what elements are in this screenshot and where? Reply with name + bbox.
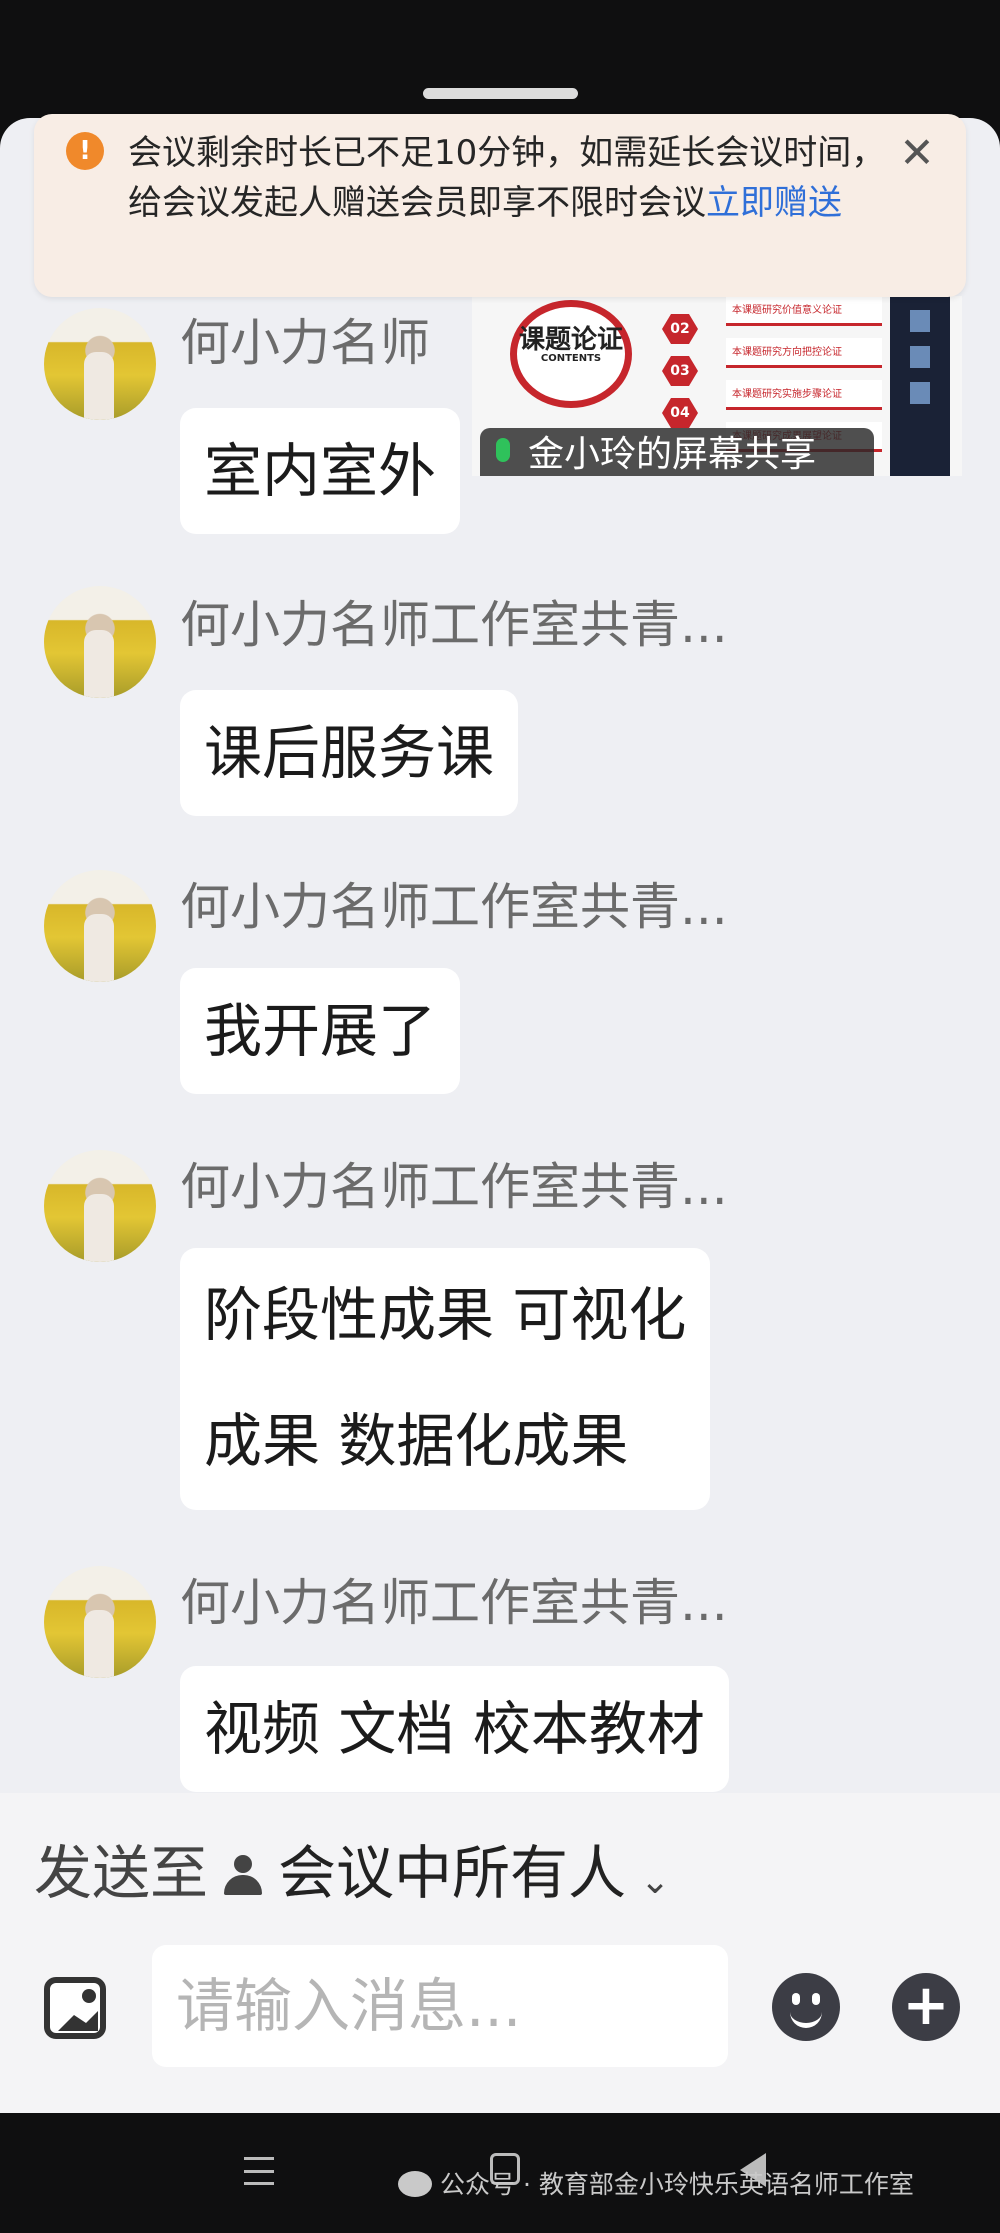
avatar[interactable] (44, 870, 156, 982)
participant-video-strip (890, 296, 950, 476)
menu-icon[interactable] (244, 2157, 274, 2185)
avatar[interactable] (44, 1566, 156, 1678)
avatar[interactable] (44, 1150, 156, 1262)
image-icon[interactable] (44, 1977, 106, 2039)
emoji-icon[interactable] (772, 1973, 840, 2041)
slide-number: 04 (662, 398, 698, 428)
send-to-label: 发送至 (34, 1839, 209, 1907)
send-to-selector[interactable]: 发送至 会议中所有人 ⌄ (34, 1833, 670, 1922)
watermark: 公众号 · 教育部金小玲快乐英语名师工作室 (398, 2165, 914, 2201)
wechat-icon (398, 2171, 432, 2197)
sender-name: 何小力名师工作室共青... (180, 878, 728, 936)
slide-item: 本课题研究价值意义论证 (726, 296, 882, 326)
sender-name: 何小力名师工作室共青... (180, 1158, 728, 1216)
avatar[interactable] (44, 586, 156, 698)
plus-icon[interactable]: + (892, 1973, 960, 2041)
time-limit-notice: ! 会议剩余时长已不足10分钟，如需延长会议时间，给会议发起人赠送会员即享不限时… (34, 114, 966, 297)
sender-name: 何小力名师 (180, 314, 430, 372)
system-nav-bar: 公众号 · 教育部金小玲快乐英语名师工作室 (0, 2113, 1000, 2233)
warning-icon: ! (66, 132, 104, 170)
message-bubble[interactable]: 课后服务课 (180, 690, 519, 816)
microphone-icon (496, 438, 510, 462)
message-composer: 发送至 会议中所有人 ⌄ + (0, 1793, 1000, 2113)
message-line: 阶段性成果 可视化 (204, 1281, 687, 1349)
send-target: 会议中所有人 (278, 1839, 627, 1907)
sender-name: 何小力名师工作室共青... (180, 596, 728, 654)
message-line: 成果 数据化成果 (204, 1407, 629, 1475)
message-bubble[interactable]: 阶段性成果 可视化 成果 数据化成果 (180, 1248, 711, 1510)
slide-number: 02 (662, 314, 698, 344)
sender-name: 何小力名师工作室共青... (180, 1574, 728, 1632)
slide-numbers: 02 03 04 (662, 314, 722, 440)
slide-badge: 课题论证 CONTENTS (510, 300, 632, 408)
gift-now-link[interactable]: 立即赠送 (706, 183, 842, 223)
message-input[interactable] (152, 1945, 728, 2067)
message-bubble[interactable]: 我开展了 (180, 968, 461, 1094)
slide-item: 本课题研究实施步骤论证 (726, 380, 882, 410)
avatar[interactable] (44, 308, 156, 420)
sheet-drag-handle[interactable] (423, 88, 578, 99)
slide-number: 03 (662, 356, 698, 386)
message-bubble[interactable]: 室内室外 (180, 408, 461, 534)
screen-share-label: 金小玲的屏幕共享 (480, 428, 874, 476)
slide-item: 本课题研究方向把控论证 (726, 338, 882, 368)
message-bubble[interactable]: 视频 文档 校本教材 (180, 1666, 729, 1792)
notice-text: 会议剩余时长已不足10分钟，如需延长会议时间，给会议发起人赠送会员即享不限时会议… (128, 133, 886, 223)
people-icon (222, 1855, 268, 1895)
screen-share-thumbnail[interactable]: 课题论证 CONTENTS 02 03 04 本课题研究价值意义论证 本课题研究… (472, 296, 962, 476)
chevron-down-icon: ⌄ (640, 1861, 671, 1902)
close-icon[interactable]: ✕ (894, 130, 940, 176)
